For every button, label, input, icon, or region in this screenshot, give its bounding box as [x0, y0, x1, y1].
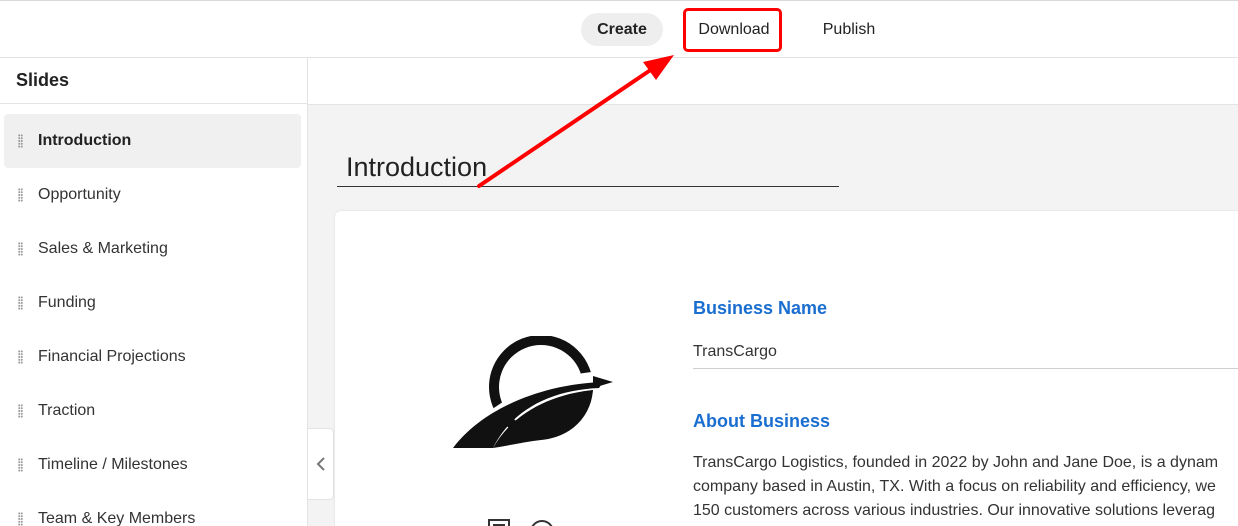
- slide-editor: Introduction Business Name TransCargo Ab…: [308, 58, 1238, 526]
- sidebar-item-label: Funding: [38, 294, 96, 311]
- drag-handle-icon[interactable]: [18, 512, 23, 526]
- slide-card: Business Name TransCargo About Business …: [335, 211, 1238, 526]
- sidebar-item-label: Team & Key Members: [38, 510, 196, 526]
- slide-title-input[interactable]: Introduction: [346, 152, 487, 183]
- title-underline: [337, 186, 839, 187]
- about-line: 150 customers across various industries.…: [693, 502, 1216, 519]
- drag-handle-icon[interactable]: [18, 242, 23, 256]
- logo-tools: [487, 514, 557, 526]
- drag-handle-icon[interactable]: [18, 350, 23, 364]
- about-business-field[interactable]: TransCargo Logistics, founded in 2022 by…: [693, 451, 1238, 523]
- drag-handle-icon[interactable]: [18, 296, 23, 310]
- sidebar-item-team-key-members[interactable]: Team & Key Members: [4, 492, 301, 526]
- top-toolbar: Create Download Publish: [0, 0, 1238, 58]
- sidebar-item-label: Traction: [38, 402, 96, 419]
- sidebar-item-financial-projections[interactable]: Financial Projections: [4, 330, 301, 384]
- chevron-left-icon: [316, 457, 325, 471]
- transcargo-logo: [453, 336, 613, 451]
- sidebar-item-label: Timeline / Milestones: [38, 456, 188, 473]
- collapse-sidebar-button[interactable]: [308, 428, 334, 500]
- drag-handle-icon[interactable]: [18, 188, 23, 202]
- slides-sidebar: Slides Introduction Opportunity Sales & …: [0, 58, 308, 526]
- sidebar-item-label: Financial Projections: [38, 348, 186, 365]
- about-line: company based in Austin, TX. With a focu…: [693, 478, 1216, 495]
- circle-icon[interactable]: [531, 520, 553, 526]
- sidebar-item-label: Sales & Marketing: [38, 240, 168, 257]
- drag-handle-icon[interactable]: [18, 458, 23, 472]
- sidebar-item-opportunity[interactable]: Opportunity: [4, 168, 301, 222]
- business-name-label: Business Name: [693, 298, 828, 318]
- drag-handle-icon[interactable]: [18, 404, 23, 418]
- tab-publish[interactable]: Publish: [812, 13, 886, 46]
- editor-toolbar-area: [308, 58, 1238, 105]
- sidebar-item-sales-marketing[interactable]: Sales & Marketing: [4, 222, 301, 276]
- document-icon[interactable]: [488, 519, 510, 526]
- about-business-label: About Business: [693, 411, 831, 431]
- sidebar-item-traction[interactable]: Traction: [4, 384, 301, 438]
- sidebar-item-funding[interactable]: Funding: [4, 276, 301, 330]
- annotation-highlight-box: [683, 8, 782, 52]
- sidebar-item-label: Introduction: [38, 132, 132, 149]
- field-underline: [693, 368, 1238, 369]
- tab-create[interactable]: Create: [581, 13, 663, 46]
- sidebar-item-label: Opportunity: [38, 186, 121, 203]
- drag-handle-icon[interactable]: [18, 134, 23, 148]
- sidebar-title: Slides: [0, 58, 307, 104]
- sidebar-item-timeline-milestones[interactable]: Timeline / Milestones: [4, 438, 301, 492]
- about-line: TransCargo Logistics, founded in 2022 by…: [693, 454, 1219, 471]
- business-name-field[interactable]: TransCargo: [693, 343, 777, 361]
- sidebar-item-introduction[interactable]: Introduction: [4, 114, 301, 168]
